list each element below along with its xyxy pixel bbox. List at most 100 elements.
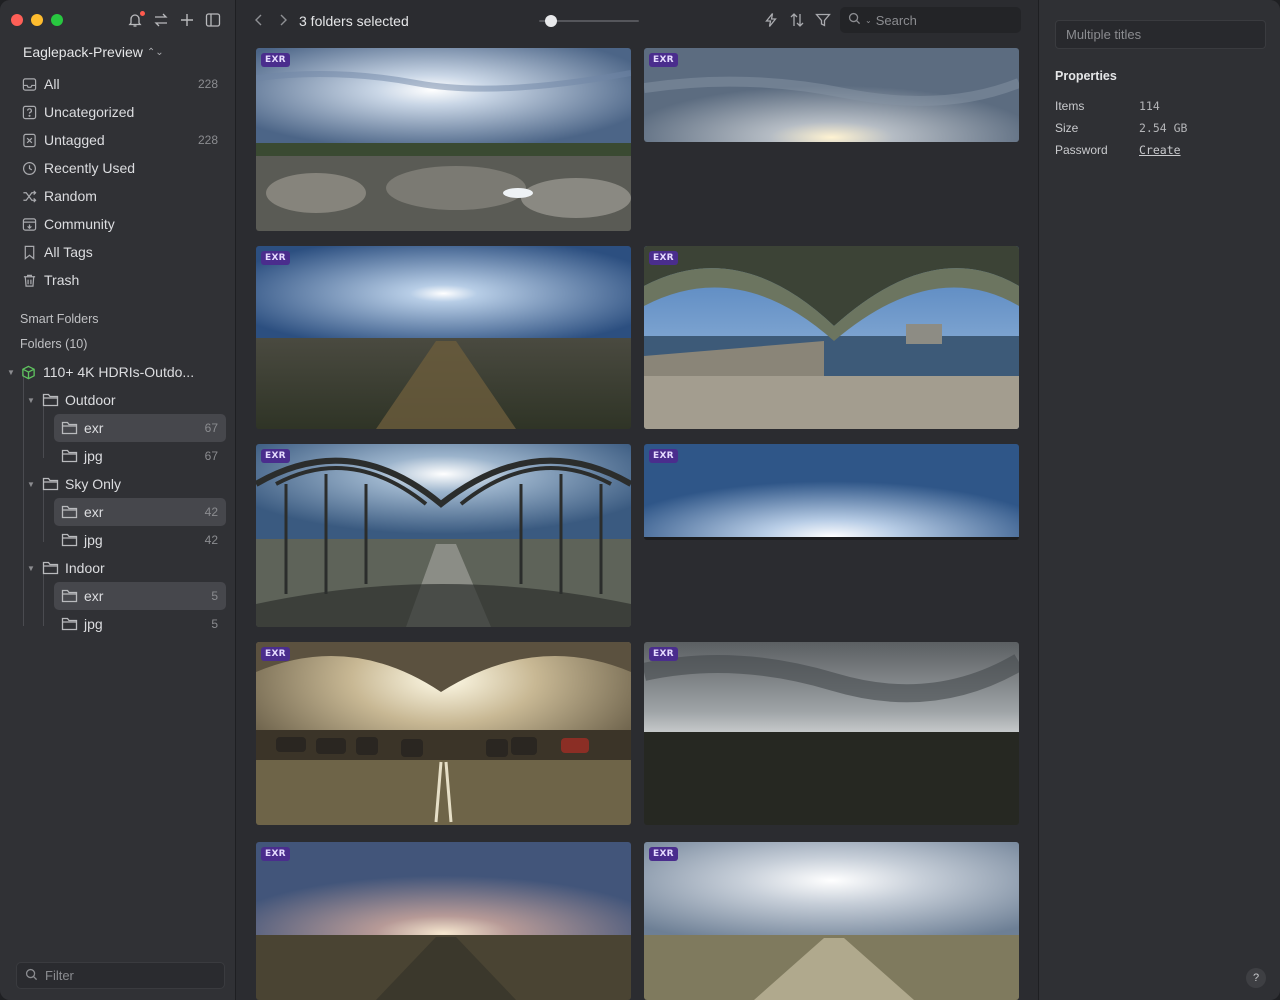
- sort-icon[interactable]: [789, 12, 805, 28]
- thumbnail-size-slider[interactable]: [539, 15, 639, 27]
- page-title: 3 folders selected: [299, 13, 409, 29]
- asset-thumbnail[interactable]: EXR: [256, 642, 631, 825]
- bell-icon[interactable]: [127, 11, 145, 28]
- folder-label: jpg: [84, 532, 103, 548]
- inbox-icon: [22, 77, 37, 92]
- zoom-window-button[interactable]: [51, 14, 63, 26]
- library-name: Eaglepack-Preview: [23, 44, 143, 60]
- folder-tree: ▼ 110+ 4K HDRIs-Outdo... ▼ Outdoor exr 6…: [0, 358, 236, 638]
- folder-sky-only[interactable]: ▼ Sky Only: [0, 470, 236, 498]
- format-badge: EXR: [649, 53, 678, 67]
- app-window: Eaglepack-Preview ⌃⌄ All 228 Uncategoriz…: [0, 0, 1280, 1000]
- sidebar-item-random[interactable]: Random: [14, 182, 226, 210]
- folder-label: exr: [84, 420, 104, 436]
- back-arrow-icon[interactable]: [253, 13, 265, 30]
- sidebar-item-untagged[interactable]: Untagged 228: [14, 126, 226, 154]
- folder-label: exr: [84, 588, 104, 604]
- property-value: 114: [1139, 99, 1160, 113]
- search-icon: [848, 12, 861, 28]
- sidebar-toggle-icon[interactable]: [205, 12, 221, 28]
- asset-thumbnail[interactable]: EXR: [256, 842, 631, 1000]
- smart-folders-heading[interactable]: Smart Folders: [20, 312, 99, 326]
- sync-arrows-icon[interactable]: [153, 12, 169, 28]
- title-input[interactable]: Multiple titles: [1055, 20, 1266, 49]
- hdri-preview-image: [256, 48, 631, 231]
- folder-outdoor-jpg[interactable]: jpg 67: [54, 442, 226, 470]
- folder-sky-only-exr[interactable]: exr 42: [54, 498, 226, 526]
- hdri-preview-image: [644, 48, 1019, 142]
- lightning-icon[interactable]: [763, 12, 779, 28]
- plus-icon[interactable]: [179, 12, 195, 28]
- format-badge: EXR: [261, 647, 290, 661]
- sidebar-item-recently-used[interactable]: Recently Used: [14, 154, 226, 182]
- folder-icon: [42, 561, 59, 576]
- folder-count: 5: [211, 589, 218, 603]
- folder-sky-only-jpg[interactable]: jpg 42: [54, 526, 226, 554]
- asset-thumbnail[interactable]: EXR: [256, 246, 631, 429]
- caret-down-icon[interactable]: ▼: [26, 564, 36, 573]
- property-key: Password: [1055, 143, 1108, 157]
- help-button[interactable]: ?: [1246, 968, 1266, 988]
- minimize-window-button[interactable]: [31, 14, 43, 26]
- folder-root[interactable]: ▼ 110+ 4K HDRIs-Outdo...: [0, 358, 236, 386]
- format-badge: EXR: [649, 647, 678, 661]
- folder-count: 67: [204, 421, 218, 435]
- asset-thumbnail[interactable]: EXR: [644, 642, 1019, 825]
- caret-down-icon[interactable]: ▼: [26, 396, 36, 405]
- asset-thumbnail[interactable]: EXR: [644, 246, 1019, 429]
- slider-knob[interactable]: [545, 15, 557, 27]
- caret-down-icon[interactable]: ▼: [6, 368, 16, 377]
- filter-placeholder: Filter: [45, 968, 74, 983]
- folder-icon: [42, 477, 59, 492]
- asset-thumbnail[interactable]: EXR: [256, 48, 631, 231]
- folder-icon: [61, 589, 78, 604]
- forward-arrow-icon[interactable]: [277, 13, 289, 30]
- folder-count: 42: [204, 533, 218, 547]
- folder-indoor-jpg[interactable]: jpg 5: [54, 610, 226, 638]
- sidebar-item-community[interactable]: Community: [14, 210, 226, 238]
- clock-icon: [22, 161, 37, 176]
- sidebar-item-label: Trash: [44, 272, 80, 288]
- asset-thumbnail[interactable]: EXR: [256, 444, 631, 627]
- bookmark-icon: [22, 245, 37, 260]
- sidebar-item-count: 228: [197, 133, 218, 147]
- property-key: Items: [1055, 99, 1085, 113]
- chevron-down-icon[interactable]: ⌄: [865, 16, 872, 25]
- sidebar-item-all[interactable]: All 228: [14, 70, 226, 98]
- search-input[interactable]: ⌄ Search: [840, 7, 1021, 33]
- folder-indoor-exr[interactable]: exr 5: [54, 582, 226, 610]
- folder-icon: [61, 449, 78, 464]
- sidebar-tools: [127, 11, 221, 28]
- close-window-button[interactable]: [11, 14, 23, 26]
- property-row-password: Password Create: [1055, 143, 1181, 157]
- sidebar-item-label: All: [44, 76, 60, 92]
- create-password-link[interactable]: Create: [1139, 143, 1181, 157]
- asset-thumbnail[interactable]: EXR: [644, 48, 1019, 142]
- folder-label: jpg: [84, 448, 103, 464]
- filter-input[interactable]: Filter: [16, 962, 225, 989]
- format-badge: EXR: [649, 847, 678, 861]
- sidebar-item-all-tags[interactable]: All Tags: [14, 238, 226, 266]
- folder-outdoor-exr[interactable]: exr 67: [54, 414, 226, 442]
- caret-down-icon[interactable]: ▼: [26, 480, 36, 489]
- folders-heading[interactable]: Folders (10): [20, 337, 87, 351]
- folder-indoor[interactable]: ▼ Indoor: [0, 554, 236, 582]
- folder-icon: [61, 533, 78, 548]
- folder-outdoor[interactable]: ▼ Outdoor: [0, 386, 236, 414]
- hdri-preview-image: [256, 444, 631, 627]
- sidebar-item-label: Untagged: [44, 132, 105, 148]
- sidebar-item-label: Community: [44, 216, 115, 232]
- filter-funnel-icon[interactable]: [815, 12, 831, 28]
- property-key: Size: [1055, 121, 1079, 135]
- folder-count: 42: [204, 505, 218, 519]
- asset-thumbnail[interactable]: EXR: [644, 444, 1019, 540]
- folder-label: Sky Only: [65, 476, 122, 492]
- folder-icon: [61, 617, 78, 632]
- sidebar-item-label: Uncategorized: [44, 104, 135, 120]
- sidebar-item-uncategorized[interactable]: Uncategorized: [14, 98, 226, 126]
- folder-label: Outdoor: [65, 392, 116, 408]
- shuffle-icon: [22, 189, 37, 204]
- sidebar-item-trash[interactable]: Trash: [14, 266, 226, 294]
- library-switcher[interactable]: Eaglepack-Preview ⌃⌄: [23, 44, 164, 60]
- asset-thumbnail[interactable]: EXR: [644, 842, 1019, 1000]
